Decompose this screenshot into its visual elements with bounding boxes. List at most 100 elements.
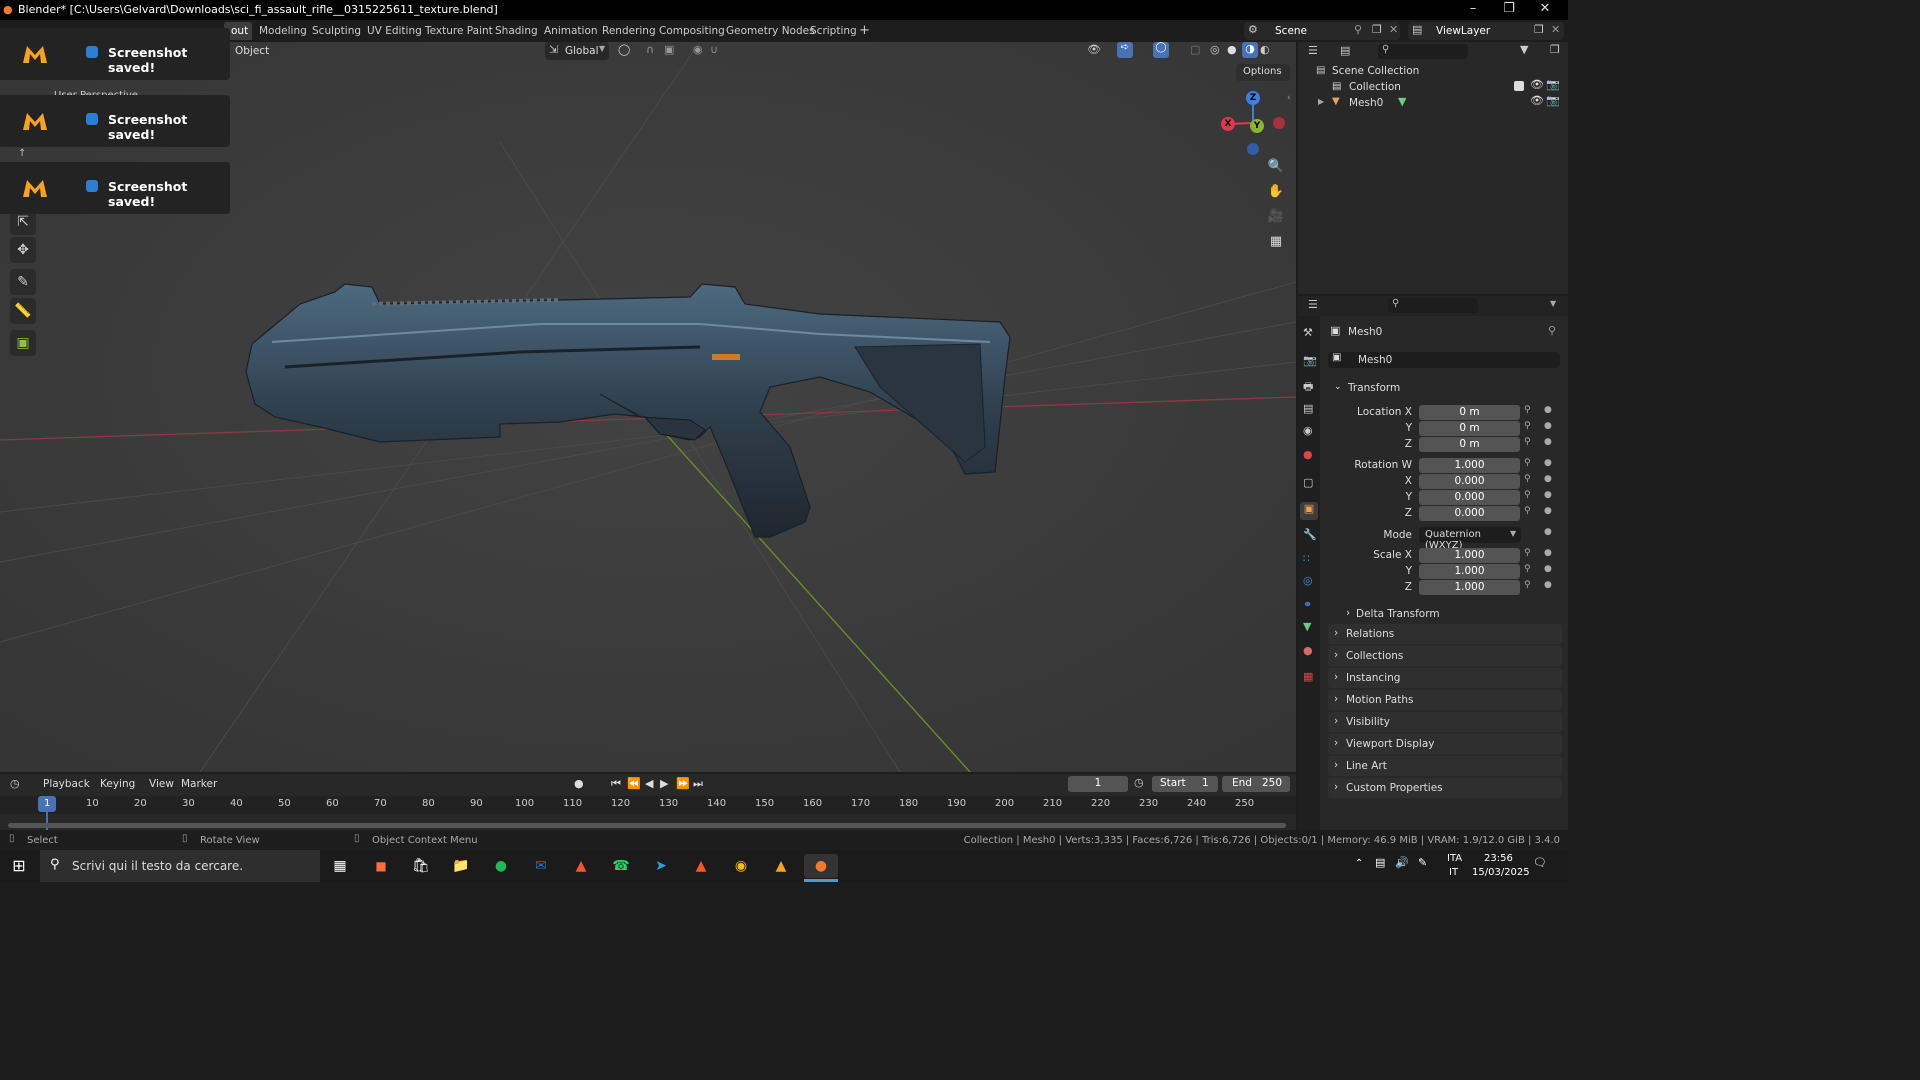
play-icon[interactable]: ▶ bbox=[660, 777, 668, 790]
overlay-toggle-icon[interactable]: ◯ bbox=[1153, 42, 1169, 58]
camera-view-icon[interactable]: 🎥 bbox=[1265, 206, 1287, 228]
rendered-shading-icon[interactable]: ◐ bbox=[1260, 43, 1270, 56]
scale-z-field[interactable]: 1.000 bbox=[1419, 580, 1520, 595]
workspace-tab-rendering[interactable]: Rendering bbox=[602, 25, 656, 37]
lock-icon[interactable]: ⚲ bbox=[1524, 548, 1531, 558]
keyframe-dot-icon[interactable]: ● bbox=[1544, 421, 1552, 431]
lock-icon[interactable]: ⚲ bbox=[1524, 490, 1531, 500]
jump-start-icon[interactable]: ⏮ bbox=[611, 777, 621, 791]
data-tab-icon[interactable]: ▼ bbox=[1303, 620, 1311, 633]
dts-app-icon[interactable]: ■ bbox=[364, 854, 398, 878]
delta-transform-header[interactable]: Delta Transform bbox=[1356, 608, 1440, 620]
keyframe-dot-icon[interactable]: ● bbox=[1544, 548, 1552, 558]
workspace-tab-uv-editing[interactable]: UV Editing bbox=[367, 25, 422, 37]
options-dropdown[interactable]: Options bbox=[1236, 64, 1290, 81]
perspective-toggle-icon[interactable]: ▦ bbox=[1265, 231, 1287, 253]
brave-browser-icon[interactable]: ▲ bbox=[564, 854, 598, 878]
record-icon[interactable]: ● bbox=[574, 777, 584, 790]
keyframe-dot-icon[interactable]: ● bbox=[1544, 490, 1552, 500]
eye-icon[interactable]: 👁 bbox=[1530, 94, 1544, 107]
object-tab-icon[interactable]: ▣ bbox=[1300, 502, 1318, 520]
proportional-edit-icon[interactable]: ◉ bbox=[693, 43, 703, 56]
location-z-field[interactable]: 0 m bbox=[1419, 437, 1520, 452]
instancing-section[interactable]: › Instancing bbox=[1328, 668, 1562, 688]
marker-menu[interactable]: Marker bbox=[181, 778, 217, 790]
rotation-z-field[interactable]: 0.000 bbox=[1419, 506, 1520, 521]
workspace-tab-texture-paint[interactable]: Texture Paint bbox=[425, 25, 493, 37]
keyframe-dot-icon[interactable]: ● bbox=[1544, 506, 1552, 516]
expand-arrow-icon[interactable]: ▶ bbox=[1318, 97, 1324, 106]
render-camera-icon[interactable]: 📷 bbox=[1546, 94, 1560, 107]
timeline-scrollbar[interactable] bbox=[8, 823, 1286, 828]
close-button[interactable]: ✕ bbox=[1530, 1, 1560, 16]
next-keyframe-icon[interactable]: ⏩ bbox=[676, 777, 690, 790]
editor-type-icon[interactable]: ☰ bbox=[1308, 298, 1318, 311]
rotation-y-field[interactable]: 0.000 bbox=[1419, 490, 1520, 505]
lock-icon[interactable]: ⚲ bbox=[1524, 580, 1531, 590]
collapse-sidebar-icon[interactable]: ‹ bbox=[1287, 93, 1291, 103]
telegram-icon[interactable]: ➤ bbox=[644, 854, 678, 878]
keyframe-dot-icon[interactable]: ● bbox=[1544, 437, 1552, 447]
visibility-section[interactable]: › Visibility bbox=[1328, 712, 1562, 732]
task-view-icon[interactable]: ▦ bbox=[323, 854, 357, 878]
outlook-icon[interactable]: ✉ bbox=[524, 854, 558, 878]
blender-taskbar-icon[interactable]: ● bbox=[804, 854, 838, 878]
chrome-icon[interactable]: ◉ bbox=[724, 854, 758, 878]
world-tab-icon[interactable]: ● bbox=[1303, 448, 1313, 461]
transform-orientation-dropdown[interactable]: ⇲ Global ▼ bbox=[545, 42, 609, 60]
windows-start-icon[interactable]: ⊞ bbox=[2, 854, 36, 878]
lock-icon[interactable]: ⚲ bbox=[1524, 474, 1531, 484]
viewport-display-section[interactable]: › Viewport Display bbox=[1328, 734, 1562, 754]
workspace-tab-scripting[interactable]: Scripting bbox=[810, 25, 857, 37]
chevron-down-icon[interactable]: ▼ bbox=[1550, 299, 1556, 308]
tool-tab-icon[interactable]: ⚒ bbox=[1303, 326, 1313, 339]
workspace-tab-modeling[interactable]: Modeling bbox=[259, 25, 307, 37]
visibility-filter-icon[interactable]: 👁 bbox=[1087, 43, 1101, 56]
network-icon[interactable]: ▤ bbox=[1375, 856, 1385, 869]
playback-menu[interactable]: Playback bbox=[43, 778, 90, 790]
lock-icon[interactable]: ⚲ bbox=[1524, 421, 1531, 431]
maximize-button[interactable]: ❐ bbox=[1494, 1, 1524, 16]
workspace-tab-animation[interactable]: Animation bbox=[544, 25, 598, 37]
spotify-icon[interactable]: ● bbox=[484, 854, 518, 878]
material-tab-icon[interactable]: ● bbox=[1303, 644, 1313, 657]
editor-type-icon[interactable]: ◷ bbox=[10, 777, 20, 790]
meshy-app-icon[interactable]: ▲ bbox=[764, 854, 798, 878]
show-hidden-icons-icon[interactable]: ⌃ bbox=[1355, 858, 1363, 869]
filter-icon[interactable]: ▼ bbox=[1520, 43, 1528, 56]
solid-shading-icon[interactable]: ● bbox=[1227, 43, 1237, 56]
keyframe-dot-icon[interactable]: ● bbox=[1544, 564, 1552, 574]
line-art-section[interactable]: › Line Art bbox=[1328, 756, 1562, 776]
end-frame-field[interactable]: End 250 bbox=[1222, 776, 1290, 792]
screenshot-toast-2[interactable]: Screenshot saved! bbox=[0, 95, 230, 147]
add-workspace-button[interactable]: + bbox=[859, 23, 870, 38]
new-collection-icon[interactable]: ❐ bbox=[1550, 43, 1560, 56]
view-menu[interactable]: View bbox=[149, 778, 174, 790]
lock-icon[interactable]: ⚲ bbox=[1524, 437, 1531, 447]
keyframe-dot-icon[interactable]: ● bbox=[1544, 474, 1552, 484]
keyframe-dot-icon[interactable]: ● bbox=[1544, 405, 1552, 415]
notification-icon[interactable]: 🗨 bbox=[1533, 856, 1547, 869]
lock-icon[interactable]: ⚲ bbox=[1524, 564, 1531, 574]
jump-end-icon[interactable]: ⏭ bbox=[693, 777, 703, 791]
whatsapp-icon[interactable]: ☎ bbox=[604, 854, 638, 878]
pivot-point-icon[interactable]: ◯ bbox=[618, 43, 630, 56]
view-layer-tab-icon[interactable]: ▤ bbox=[1303, 402, 1313, 415]
rotation-w-field[interactable]: 1.000 bbox=[1419, 458, 1520, 473]
prev-keyframe-icon[interactable]: ⏪ bbox=[627, 777, 641, 790]
location-x-field[interactable]: 0 m bbox=[1419, 405, 1520, 420]
workspace-tab-shading[interactable]: Shading bbox=[495, 25, 538, 37]
gizmo-z-axis[interactable]: Z bbox=[1246, 91, 1260, 105]
particles-tab-icon[interactable]: ∷ bbox=[1303, 552, 1310, 565]
file-explorer-icon[interactable]: 📁 bbox=[444, 854, 478, 878]
object-menu[interactable]: Object bbox=[235, 45, 269, 57]
clock-time[interactable]: 23:56 bbox=[1484, 853, 1513, 864]
remove-view-layer-icon[interactable]: ✕ bbox=[1551, 23, 1560, 36]
new-scene-icon[interactable]: ❐ bbox=[1372, 23, 1382, 36]
lock-icon[interactable]: ⚲ bbox=[1524, 458, 1531, 468]
toolbar-expand-icon[interactable]: ↑ bbox=[18, 148, 26, 159]
wireframe-shading-icon[interactable]: ◎ bbox=[1210, 43, 1220, 56]
workspace-tab-compositing[interactable]: Compositing bbox=[659, 25, 725, 37]
zoom-icon[interactable]: 🔍 bbox=[1265, 156, 1287, 178]
scale-x-field[interactable]: 1.000 bbox=[1419, 548, 1520, 563]
